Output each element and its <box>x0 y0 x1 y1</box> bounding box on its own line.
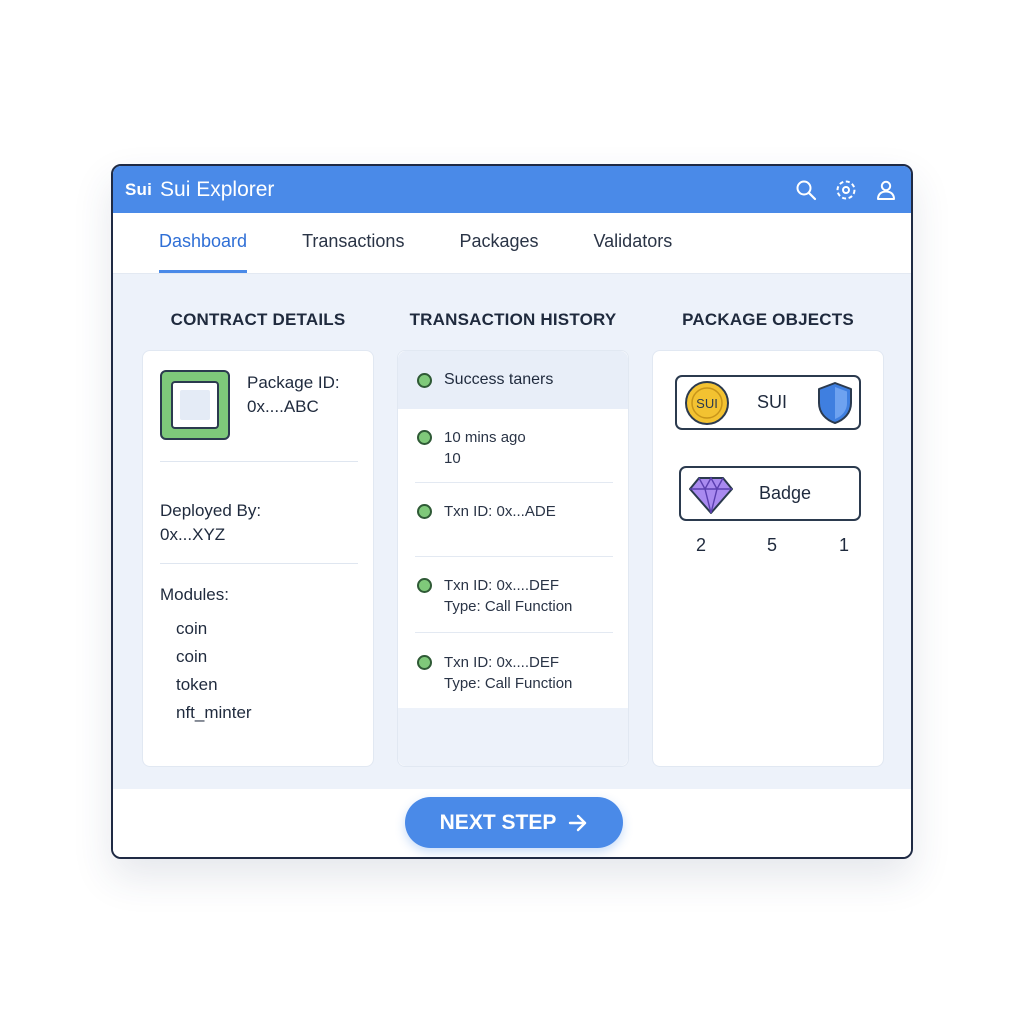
package-objects-title: PACKAGE OBJECTS <box>682 310 854 329</box>
divider <box>160 461 358 462</box>
module-item[interactable]: token <box>176 671 252 699</box>
transaction-type: Type: Call Function <box>444 675 573 692</box>
package-id-label: Package ID: <box>247 373 340 392</box>
sui-object-chip[interactable]: SUI SUI <box>675 375 861 430</box>
transaction-item[interactable]: Txn ID: 0x....DEF Type: Call Function <box>417 652 572 694</box>
app-title: Sui Explorer <box>160 177 275 201</box>
contract-details-card: Package ID: 0x....ABC Deployed By: 0x...… <box>142 350 374 767</box>
contract-details-title: CONTRACT DETAILS <box>170 310 346 329</box>
package-id-value[interactable]: 0x....ABC <box>247 395 319 419</box>
transaction-id: Txn ID: 0x....DEF <box>444 654 560 671</box>
transaction-history-title: TRANSACTION HISTORY <box>409 310 617 329</box>
status-dot-icon <box>417 430 432 445</box>
divider <box>415 556 613 557</box>
settings-icon[interactable] <box>833 177 859 203</box>
gem-icon <box>689 476 733 514</box>
user-icon[interactable] <box>873 177 899 203</box>
shield-icon <box>818 382 852 424</box>
header-actions <box>793 177 899 203</box>
transaction-id: Txn ID: 0x....DEF <box>444 577 560 594</box>
transaction-detail: 10 <box>444 450 461 467</box>
object-count: 5 <box>767 535 778 555</box>
module-item[interactable]: coin <box>176 615 252 643</box>
object-label: Badge <box>759 483 812 503</box>
sui-coin-icon: SUI <box>685 381 729 425</box>
module-item[interactable]: coin <box>176 643 252 671</box>
arrow-right-icon <box>568 814 588 832</box>
transaction-item[interactable]: 10 mins ago 10 <box>417 427 526 469</box>
status-dot-icon <box>417 372 432 388</box>
modules-list: coin coin token nft_minter <box>176 615 252 727</box>
next-step-button[interactable]: NEXT STEP <box>405 797 623 848</box>
status-row: Success taners <box>398 351 628 409</box>
nav-tabs: Dashboard Transactions Packages Validato… <box>113 213 911 274</box>
search-icon[interactable] <box>793 177 819 203</box>
footer-bar: NEXT STEP <box>113 789 911 857</box>
transaction-item[interactable]: Txn ID: 0x...ADE <box>417 501 556 522</box>
modules-label: Modules: <box>160 585 229 604</box>
transaction-type: Type: Call Function <box>444 598 573 615</box>
app-window: Sui Sui Explorer Dashboard Transactions … <box>111 164 913 859</box>
tab-packages[interactable]: Packages <box>459 231 538 273</box>
tab-dashboard[interactable]: Dashboard <box>159 231 248 273</box>
card-footer <box>398 708 628 766</box>
status-dot-icon <box>417 504 432 519</box>
deployed-by-value[interactable]: 0x...XYZ <box>160 523 225 547</box>
object-label: SUI <box>757 392 788 412</box>
dashboard-content: CONTRACT DETAILS Package ID: 0x....ABC D… <box>113 274 911 793</box>
tab-transactions[interactable]: Transactions <box>302 231 404 273</box>
next-step-label: NEXT STEP <box>439 810 557 834</box>
deployed-by-label: Deployed By: <box>160 501 262 520</box>
coin-text: SUI <box>696 396 718 411</box>
transaction-history-card: Success taners 10 mins ago 10 Txn ID: 0x… <box>397 350 629 767</box>
transaction-item[interactable]: Txn ID: 0x....DEF Type: Call Function <box>417 575 572 617</box>
badge-object-chip[interactable]: Badge <box>679 466 861 521</box>
tab-validators[interactable]: Validators <box>594 231 673 273</box>
package-icon <box>160 370 230 440</box>
status-dot-icon <box>417 578 432 593</box>
package-objects-card: SUI SUI Badge 2 5 1 <box>652 350 884 767</box>
transaction-id: Txn ID: 0x...ADE <box>444 503 556 520</box>
title-bar: Sui Sui Explorer <box>113 166 911 213</box>
status-dot-icon <box>417 655 432 670</box>
divider <box>415 632 613 633</box>
divider <box>415 482 613 483</box>
object-count: 1 <box>839 535 850 555</box>
status-text: Success taners <box>444 371 554 388</box>
sui-logo: Sui <box>125 179 153 199</box>
object-count: 2 <box>696 535 707 555</box>
module-item[interactable]: nft_minter <box>176 699 252 727</box>
transaction-time: 10 mins ago <box>444 429 526 446</box>
divider <box>160 563 358 564</box>
